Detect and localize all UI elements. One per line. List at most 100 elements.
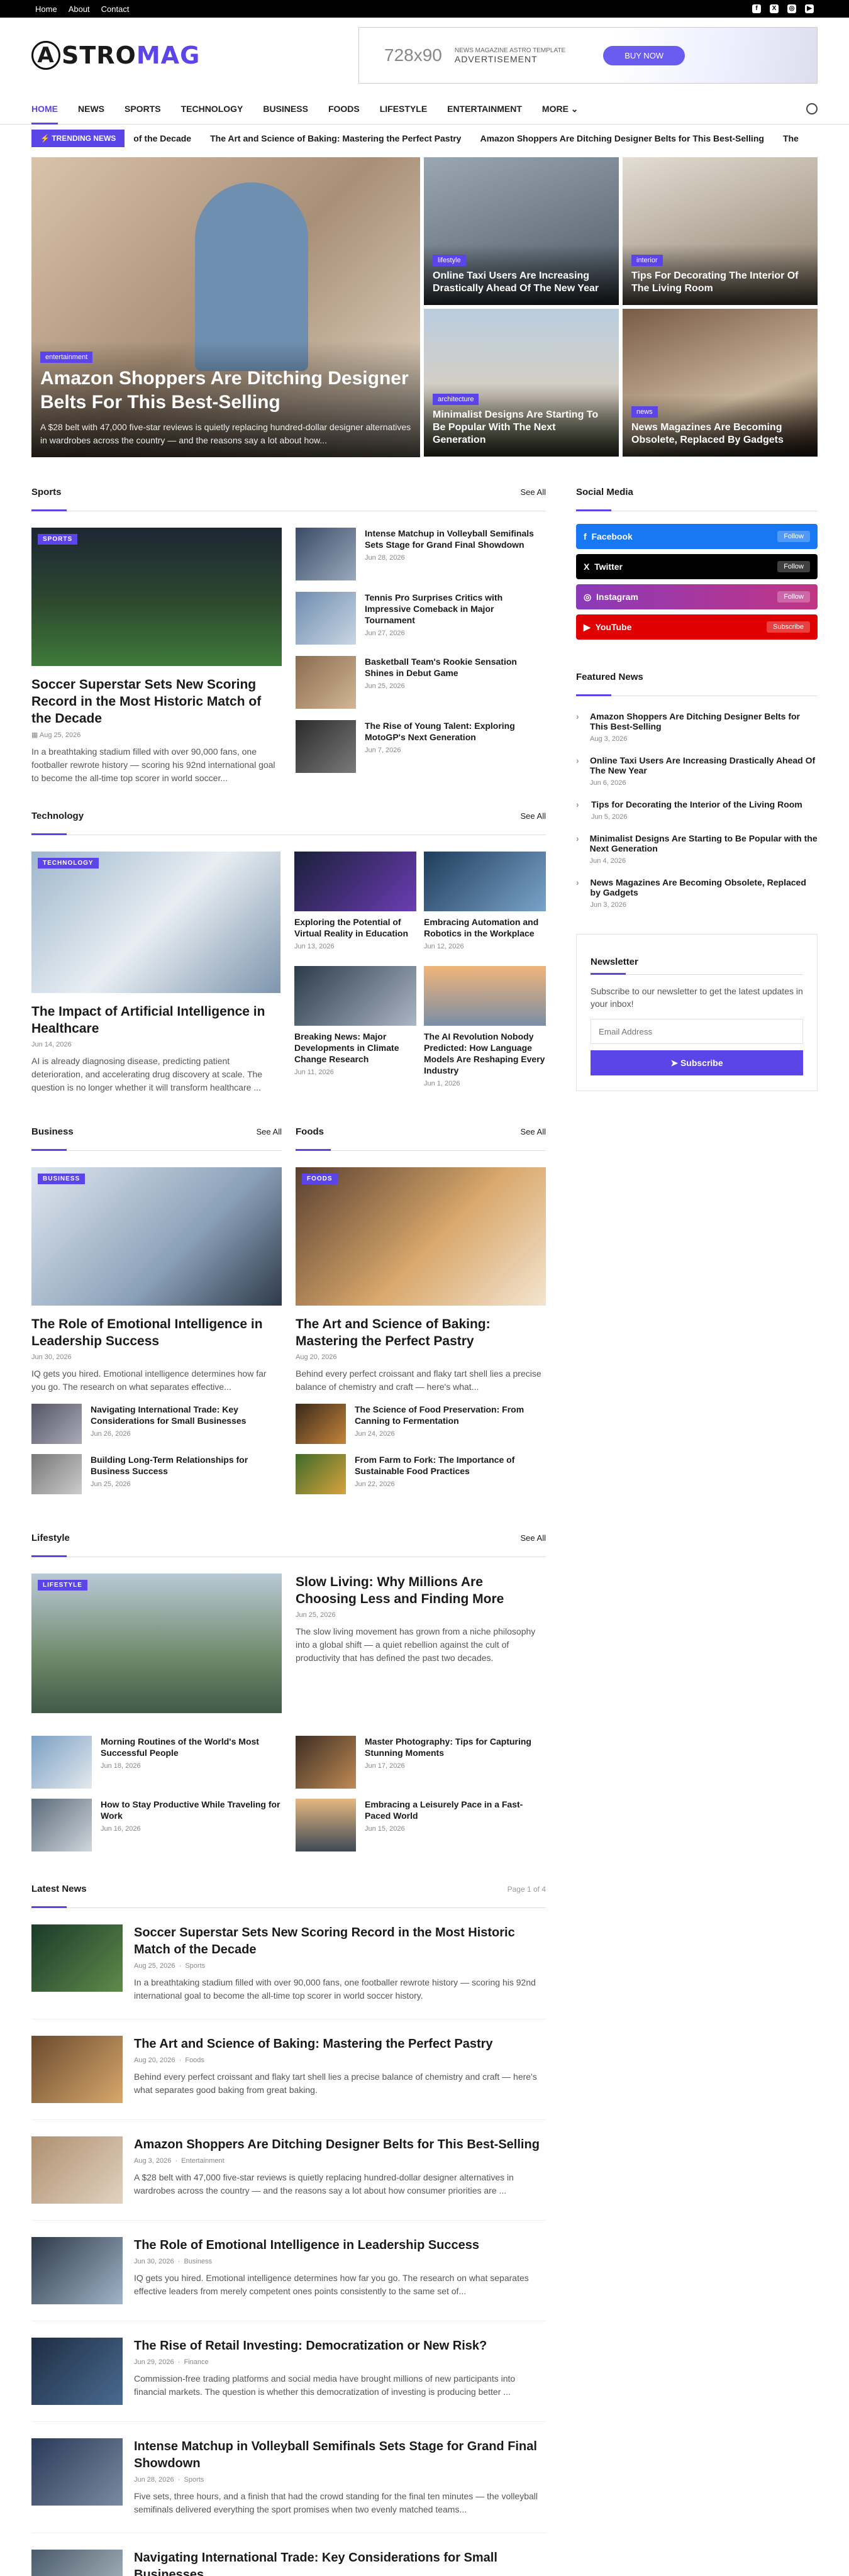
- see-all-link[interactable]: See All: [521, 487, 546, 497]
- see-all-link[interactable]: See All: [521, 1127, 546, 1136]
- grid-item[interactable]: Exploring the Potential of Virtual Reali…: [294, 852, 416, 957]
- latest-category[interactable]: Business: [184, 2258, 213, 2265]
- social-action[interactable]: Follow: [777, 561, 810, 572]
- featured-item[interactable]: › News Magazines Are Becoming Obsolete, R…: [576, 871, 818, 915]
- instagram-icon[interactable]: ◎: [787, 4, 796, 13]
- list-item[interactable]: How to Stay Productive While Traveling f…: [31, 1799, 282, 1852]
- business-feature-image[interactable]: BUSINESS: [31, 1167, 282, 1306]
- social-action[interactable]: Follow: [777, 591, 810, 602]
- search-icon[interactable]: [806, 103, 818, 114]
- nav-business[interactable]: BUSINESS: [263, 93, 308, 125]
- hero-tile-4[interactable]: news News Magazines Are Becoming Obsolete…: [623, 309, 818, 457]
- featured-item[interactable]: › Minimalist Designs Are Starting to Be P…: [576, 827, 818, 871]
- list-item[interactable]: Basketball Team's Rookie Sensation Shine…: [296, 656, 546, 709]
- ticker-item[interactable]: The Art and Science of Baking: Mastering…: [210, 133, 461, 143]
- hero-tile-3[interactable]: architecture Minimalist Designs Are Start…: [424, 309, 619, 457]
- latest-title[interactable]: The Art and Science of Baking: Mastering…: [134, 2036, 546, 2053]
- sports-feature-image[interactable]: SPORTS: [31, 528, 282, 666]
- hero-tile-tag[interactable]: interior: [631, 255, 663, 266]
- facebook-button[interactable]: f Facebook Follow: [576, 524, 818, 549]
- latest-row[interactable]: Amazon Shoppers Are Ditching Designer Be…: [31, 2120, 546, 2221]
- latest-category[interactable]: Entertainment: [181, 2157, 224, 2165]
- grid-title[interactable]: The AI Revolution Nobody Predicted: How …: [424, 1031, 546, 1076]
- top-link-about[interactable]: About: [69, 4, 90, 14]
- category-badge[interactable]: SPORTS: [38, 534, 78, 545]
- latest-row[interactable]: The Art and Science of Baking: Mastering…: [31, 2019, 546, 2120]
- top-link-contact[interactable]: Contact: [101, 4, 130, 14]
- featured-title[interactable]: Amazon Shoppers Are Ditching Designer Be…: [590, 711, 818, 731]
- latest-row[interactable]: Soccer Superstar Sets New Scoring Record…: [31, 1908, 546, 2019]
- list-item[interactable]: From Farm to Fork: The Importance of Sus…: [296, 1454, 546, 1494]
- list-title[interactable]: Tennis Pro Surprises Critics with Impres…: [365, 592, 546, 626]
- grid-title[interactable]: Exploring the Potential of Virtual Reali…: [294, 916, 416, 939]
- featured-item[interactable]: › Amazon Shoppers Are Ditching Designer B…: [576, 705, 818, 749]
- hero-main-tag[interactable]: entertainment: [40, 352, 93, 363]
- list-item[interactable]: Embracing a Leisurely Pace in a Fast-Pac…: [296, 1799, 546, 1852]
- list-title[interactable]: Navigating International Trade: Key Cons…: [91, 1404, 282, 1426]
- list-item[interactable]: The Science of Food Preservation: From C…: [296, 1404, 546, 1444]
- hero-tile-title[interactable]: Tips For Decorating The Interior Of The …: [631, 270, 809, 295]
- list-title[interactable]: The Rise of Young Talent: Exploring Moto…: [365, 720, 546, 743]
- latest-title[interactable]: Soccer Superstar Sets New Scoring Record…: [134, 1924, 546, 1958]
- hero-main-card[interactable]: entertainment Amazon Shoppers Are Ditchi…: [31, 157, 420, 457]
- feature-title[interactable]: The Art and Science of Baking: Mastering…: [296, 1316, 546, 1350]
- hero-tile-tag[interactable]: lifestyle: [433, 255, 466, 266]
- hero-tile-title[interactable]: News Magazines Are Becoming Obsolete, Re…: [631, 421, 809, 447]
- hero-tile-title[interactable]: Online Taxi Users Are Increasing Drastic…: [433, 270, 610, 295]
- list-item[interactable]: Morning Routines of the World's Most Suc…: [31, 1736, 282, 1789]
- tech-feature-image[interactable]: TECHNOLOGY: [31, 852, 280, 993]
- grid-title[interactable]: Breaking News: Major Developments in Cli…: [294, 1031, 416, 1065]
- feature-title[interactable]: The Impact of Artificial Intelligence in…: [31, 1003, 280, 1037]
- feature-title[interactable]: The Role of Emotional Intelligence in Le…: [31, 1316, 282, 1350]
- youtube-button[interactable]: ▶ YouTube Subscribe: [576, 614, 818, 640]
- facebook-icon[interactable]: f: [752, 4, 761, 13]
- grid-item[interactable]: The AI Revolution Nobody Predicted: How …: [424, 966, 546, 1094]
- nav-foods[interactable]: FOODS: [328, 93, 360, 125]
- featured-item[interactable]: › Online Taxi Users Are Increasing Drasti…: [576, 749, 818, 793]
- feature-title[interactable]: Soccer Superstar Sets New Scoring Record…: [31, 676, 282, 727]
- instagram-button[interactable]: ◎ Instagram Follow: [576, 584, 818, 609]
- grid-title[interactable]: Embracing Automation and Robotics in the…: [424, 916, 546, 939]
- subscribe-button[interactable]: ➤ Subscribe: [591, 1050, 803, 1075]
- social-action[interactable]: Follow: [777, 531, 810, 542]
- nav-sports[interactable]: SPORTS: [125, 93, 161, 125]
- nav-entertainment[interactable]: ENTERTAINMENT: [447, 93, 522, 125]
- email-field[interactable]: [591, 1019, 803, 1044]
- nav-technology[interactable]: TECHNOLOGY: [181, 93, 243, 125]
- category-badge[interactable]: LIFESTYLE: [38, 1580, 87, 1591]
- twitter-button[interactable]: X Twitter Follow: [576, 554, 818, 579]
- nav-more[interactable]: MORE ⌄: [542, 93, 579, 125]
- ticker-item[interactable]: Amazon Shoppers Are Ditching Designer Be…: [480, 133, 763, 143]
- ticker-item[interactable]: of the Decade: [133, 133, 191, 143]
- list-item[interactable]: Intense Matchup in Volleyball Semifinals…: [296, 528, 546, 580]
- top-link-home[interactable]: Home: [35, 4, 57, 14]
- latest-category[interactable]: Foods: [185, 2057, 204, 2064]
- list-item[interactable]: The Rise of Young Talent: Exploring Moto…: [296, 720, 546, 773]
- latest-title[interactable]: Amazon Shoppers Are Ditching Designer Be…: [134, 2136, 546, 2153]
- grid-item[interactable]: Breaking News: Major Developments in Cli…: [294, 966, 416, 1094]
- list-title[interactable]: From Farm to Fork: The Importance of Sus…: [355, 1454, 546, 1477]
- hero-tile-1[interactable]: lifestyle Online Taxi Users Are Increasin…: [424, 157, 619, 305]
- list-title[interactable]: How to Stay Productive While Traveling f…: [101, 1799, 282, 1821]
- category-badge[interactable]: TECHNOLOGY: [38, 858, 99, 869]
- feature-title[interactable]: Slow Living: Why Millions Are Choosing L…: [296, 1574, 546, 1607]
- featured-title[interactable]: News Magazines Are Becoming Obsolete, Re…: [591, 877, 818, 897]
- header-advertisement[interactable]: 728x90 NEWS MAGAZINE ASTRO TEMPLATE ADVER…: [358, 27, 818, 84]
- latest-row[interactable]: The Role of Emotional Intelligence in Le…: [31, 2221, 546, 2321]
- featured-title[interactable]: Minimalist Designs Are Starting to Be Po…: [590, 833, 818, 853]
- latest-category[interactable]: Finance: [184, 2358, 209, 2366]
- latest-category[interactable]: Sports: [185, 1962, 205, 1970]
- latest-title[interactable]: The Role of Emotional Intelligence in Le…: [134, 2237, 546, 2254]
- lifestyle-feature-image[interactable]: LIFESTYLE: [31, 1574, 282, 1713]
- featured-item[interactable]: › Tips for Decorating the Interior of the…: [576, 793, 818, 827]
- list-title[interactable]: The Science of Food Preservation: From C…: [355, 1404, 546, 1426]
- nav-lifestyle[interactable]: LIFESTYLE: [380, 93, 427, 125]
- grid-item[interactable]: Embracing Automation and Robotics in the…: [424, 852, 546, 957]
- latest-row[interactable]: Navigating International Trade: Key Cons…: [31, 2533, 546, 2576]
- list-item[interactable]: Tennis Pro Surprises Critics with Impres…: [296, 592, 546, 645]
- hero-tile-2[interactable]: interior Tips For Decorating The Interior…: [623, 157, 818, 305]
- latest-category[interactable]: Sports: [184, 2476, 204, 2484]
- list-title[interactable]: Basketball Team's Rookie Sensation Shine…: [365, 656, 546, 679]
- hero-tile-tag[interactable]: architecture: [433, 394, 479, 405]
- social-action[interactable]: Subscribe: [767, 621, 810, 633]
